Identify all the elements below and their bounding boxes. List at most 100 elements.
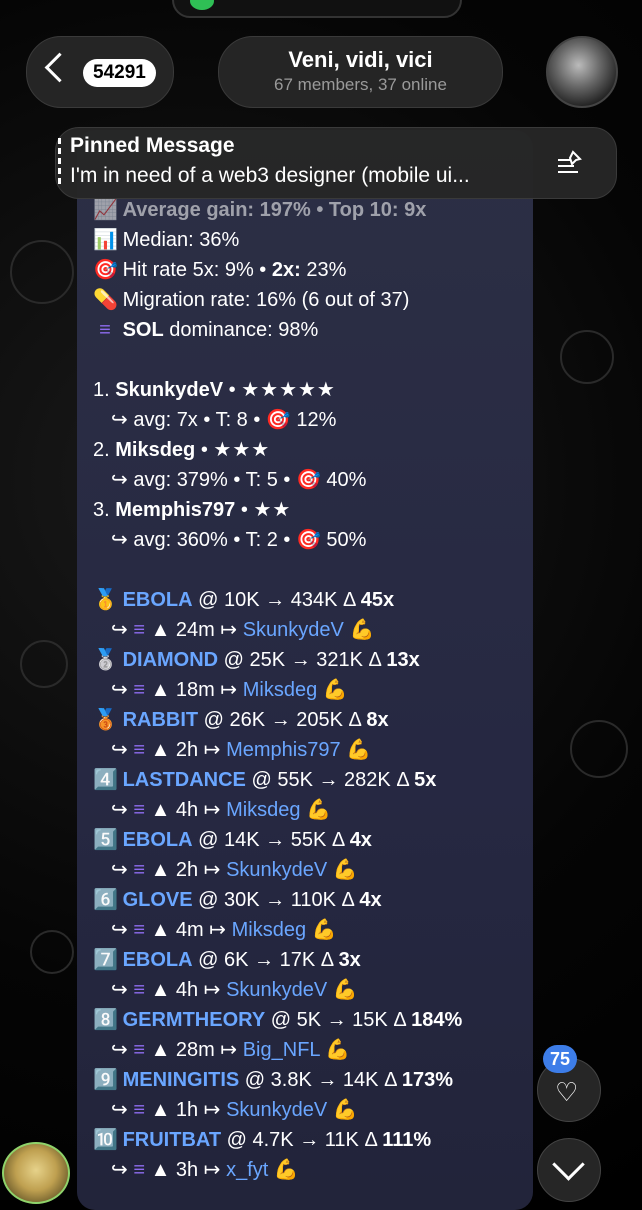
call-row: 5️⃣ EBOLA @ 14K → 55K Δ 4x [93, 825, 533, 855]
call-time: ▲ 4h [150, 799, 199, 821]
delta-symbol: Δ [331, 829, 345, 851]
call-row: 7️⃣ EBOLA @ 6K → 17K Δ 3x [93, 945, 533, 975]
caller-username[interactable]: SkunkydeV [226, 979, 327, 1001]
reply-arrow-icon: ↪ [111, 469, 128, 491]
delta-symbol: Δ [364, 1129, 377, 1151]
stat-median: 📊 Median: 36% [93, 225, 533, 255]
sol-icon: ≡ [133, 1159, 145, 1181]
unread-count-badge: 54291 [83, 59, 156, 87]
delta-symbol: Δ [320, 949, 333, 971]
maps-to-icon: ↦ [209, 919, 227, 941]
maps-to-icon: ↦ [203, 1099, 221, 1121]
muscle-icon: 💪 [332, 1099, 358, 1121]
token-link[interactable]: LASTDANCE [123, 769, 246, 791]
sender-avatar[interactable] [2, 1142, 70, 1204]
leaderboard: 1. SkunkydeV • ★★★★★ ↪ avg: 7x • T: 8 • 🎯… [93, 375, 533, 555]
call-to: → 15K [326, 1009, 388, 1031]
token-link[interactable]: EBOLA [123, 829, 193, 851]
reply-arrow-icon: ↪ [111, 799, 128, 821]
call-to: → 110K [265, 889, 336, 911]
pin-list-icon[interactable] [556, 148, 586, 176]
hit2-label: 2x: [271, 259, 301, 281]
reply-arrow-icon: ↪ [111, 409, 128, 431]
call-delta: 3x [338, 949, 361, 971]
caller-username[interactable]: SkunkydeV [226, 859, 327, 881]
token-link[interactable]: EBOLA [123, 949, 193, 971]
maps-to-icon: ↦ [203, 859, 221, 881]
target-icon: 🎯 [295, 469, 321, 491]
call-from: @ 10K [198, 589, 260, 611]
caller-username[interactable]: Miksdeg [243, 679, 317, 701]
leader-rate: 50% [326, 529, 367, 551]
caller-username[interactable]: Miksdeg [232, 919, 306, 941]
group-avatar[interactable] [546, 36, 618, 108]
back-button[interactable]: 54291 [26, 36, 174, 108]
token-link[interactable]: GERMTHEORY [123, 1009, 266, 1031]
caller-username[interactable]: Miksdeg [226, 799, 300, 821]
call-time: ▲ 2h [150, 859, 199, 881]
call-detail-row: ↪ ≡ ▲ 3h ↦ x_fyt 💪 [93, 1155, 533, 1185]
scroll-down-button[interactable] [537, 1138, 601, 1202]
pinned-message-bar[interactable]: Pinned Message I'm in need of a web3 des… [55, 127, 617, 199]
token-link[interactable]: GLOVE [123, 889, 193, 911]
muscle-icon: 💪 [349, 619, 375, 641]
call-detail-row: ↪ ≡ ▲ 2h ↦ Memphis797 💪 [93, 735, 533, 765]
call-detail-row: ↪ ≡ ▲ 1h ↦ SkunkydeV 💪 [93, 1095, 533, 1125]
maps-to-icon: ↦ [203, 799, 221, 821]
migration-label: Migration rate: [122, 289, 251, 311]
delta-symbol: Δ [384, 1069, 397, 1091]
call-time: ▲ 24m [150, 619, 215, 641]
chat-title-area[interactable]: Veni, vidi, vici 67 members, 37 online [218, 36, 503, 108]
delta-symbol: Δ [393, 1009, 406, 1031]
rank-badge-icon: 4️⃣ [93, 769, 118, 791]
chat-title: Veni, vidi, vici [288, 47, 433, 72]
call-row: 🥉 RABBIT @ 26K → 205K Δ 8x [93, 705, 533, 735]
background-doodle [570, 720, 628, 778]
reply-arrow-icon: ↪ [111, 739, 128, 761]
caller-username[interactable]: Big_NFL [243, 1039, 320, 1061]
token-link[interactable]: MENINGITIS [123, 1069, 240, 1091]
delta-symbol: Δ [396, 769, 409, 791]
leader-rank: 2. [93, 439, 110, 461]
sol-icon: ≡ [133, 979, 145, 1001]
target-icon: 🎯 [295, 529, 321, 551]
sol-label: SOL [122, 319, 164, 341]
sol-rest: dominance: [169, 319, 273, 341]
call-to: → 14K [317, 1069, 379, 1091]
delta-symbol: Δ [348, 709, 361, 731]
status-pill [172, 0, 462, 18]
sol-icon: ≡ [133, 859, 145, 881]
muscle-icon: 💪 [306, 799, 332, 821]
muscle-icon: 💪 [311, 919, 337, 941]
token-link[interactable]: RABBIT [123, 709, 199, 731]
call-detail-row: ↪ ≡ ▲ 18m ↦ Miksdeg 💪 [93, 675, 533, 705]
call-time: ▲ 1h [150, 1099, 199, 1121]
reply-arrow-icon: ↪ [111, 859, 128, 881]
background-doodle [560, 330, 614, 384]
caller-username[interactable]: Memphis797 [226, 739, 341, 761]
background-doodle [20, 640, 68, 688]
migration-value: 16% [255, 289, 296, 311]
rank-badge-icon: 8️⃣ [93, 1009, 118, 1031]
caller-username[interactable]: SkunkydeV [226, 1099, 327, 1121]
token-link[interactable]: DIAMOND [123, 649, 219, 671]
leader-rank: 3. [93, 499, 110, 521]
caller-username[interactable]: x_fyt [226, 1159, 268, 1181]
reply-arrow-icon: ↪ [111, 679, 128, 701]
median-label: Median: [122, 229, 194, 251]
call-to: → 205K [270, 709, 343, 731]
leader-detail: avg: 379% • T: 5 • [133, 469, 296, 491]
pinned-title: Pinned Message [70, 134, 235, 157]
call-to: → 17K [254, 949, 316, 971]
leader-detail: avg: 7x • T: 8 • [133, 409, 266, 431]
token-link[interactable]: FRUITBAT [123, 1129, 222, 1151]
call-detail-row: ↪ ≡ ▲ 4h ↦ Miksdeg 💪 [93, 795, 533, 825]
caller-username[interactable]: SkunkydeV [243, 619, 344, 641]
maps-to-icon: ↦ [220, 619, 238, 641]
leader-detail: avg: 360% • T: 2 • [133, 529, 296, 551]
call-time: ▲ 3h [150, 1159, 199, 1181]
leader-detail-row: ↪ avg: 379% • T: 5 • 🎯 40% [93, 465, 533, 495]
sol-icon: ≡ [133, 799, 145, 821]
token-link[interactable]: EBOLA [123, 589, 193, 611]
